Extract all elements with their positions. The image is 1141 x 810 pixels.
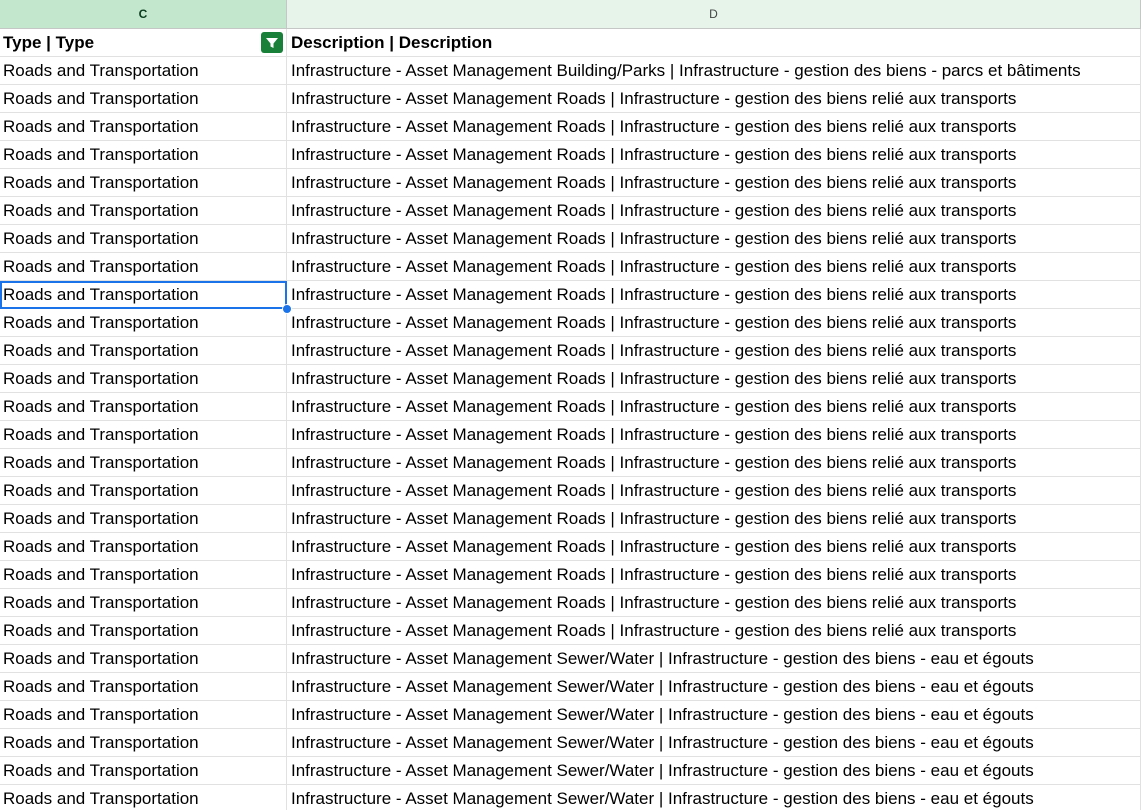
table-row: Roads and Transportation Infrastructure -…	[0, 253, 1141, 281]
cell-type[interactable]: Roads and Transportation	[0, 169, 287, 197]
data-rows: Roads and Transportation Infrastructure -…	[0, 57, 1141, 810]
column-headers: C D	[0, 0, 1141, 29]
cell-type[interactable]: Roads and Transportation	[0, 701, 287, 729]
table-row: Roads and Transportation Infrastructure -…	[0, 169, 1141, 197]
table-row: Roads and Transportation Infrastructure -…	[0, 757, 1141, 785]
cell-description[interactable]: Infrastructure - Asset Management Buildi…	[287, 57, 1141, 85]
cell-type[interactable]: Roads and Transportation	[0, 757, 287, 785]
cell-description[interactable]: Infrastructure - Asset Management Roads …	[287, 589, 1141, 617]
cell-description[interactable]: Infrastructure - Asset Management Roads …	[287, 309, 1141, 337]
table-row: Roads and Transportation Infrastructure -…	[0, 561, 1141, 589]
table-row: Roads and Transportation Infrastructure -…	[0, 225, 1141, 253]
filter-icon[interactable]	[261, 32, 283, 53]
table-row: Roads and Transportation Infrastructure -…	[0, 113, 1141, 141]
fill-handle[interactable]	[282, 304, 292, 314]
cell-type[interactable]: Roads and Transportation	[0, 197, 287, 225]
cell-description[interactable]: Infrastructure - Asset Management Roads …	[287, 505, 1141, 533]
table-row: Roads and Transportation Infrastructure -…	[0, 701, 1141, 729]
cell-type[interactable]: Roads and Transportation	[0, 589, 287, 617]
cell-description[interactable]: Infrastructure - Asset Management Roads …	[287, 449, 1141, 477]
table-row: Roads and Transportation Infrastructure -…	[0, 533, 1141, 561]
table-row: Roads and Transportation Infrastructure -…	[0, 309, 1141, 337]
table-row: Roads and Transportation Infrastructure -…	[0, 393, 1141, 421]
cell-type[interactable]: Roads and Transportation	[0, 281, 287, 309]
cell-description[interactable]: Infrastructure - Asset Management Roads …	[287, 477, 1141, 505]
cell-type[interactable]: Roads and Transportation	[0, 785, 287, 810]
cell-type[interactable]: Roads and Transportation	[0, 85, 287, 113]
header-cell-description[interactable]: Description | Description	[287, 29, 1141, 57]
cell-description[interactable]: Infrastructure - Asset Management Roads …	[287, 617, 1141, 645]
cell-type[interactable]: Roads and Transportation	[0, 645, 287, 673]
table-row: Roads and Transportation Infrastructure -…	[0, 785, 1141, 810]
cell-description[interactable]: Infrastructure - Asset Management Roads …	[287, 561, 1141, 589]
table-row: Roads and Transportation Infrastructure -…	[0, 645, 1141, 673]
cell-type[interactable]: Roads and Transportation	[0, 365, 287, 393]
cell-description[interactable]: Infrastructure - Asset Management Roads …	[287, 169, 1141, 197]
table-row: Roads and Transportation Infrastructure -…	[0, 197, 1141, 225]
cell-description[interactable]: Infrastructure - Asset Management Roads …	[287, 393, 1141, 421]
cell-type[interactable]: Roads and Transportation	[0, 225, 287, 253]
cell-type[interactable]: Roads and Transportation	[0, 253, 287, 281]
header-type-label: Type | Type	[3, 33, 95, 52]
table-row: Roads and Transportation Infrastructure -…	[0, 617, 1141, 645]
cell-description[interactable]: Infrastructure - Asset Management Sewer/…	[287, 673, 1141, 701]
cell-type[interactable]: Roads and Transportation	[0, 617, 287, 645]
cell-type[interactable]: Roads and Transportation	[0, 393, 287, 421]
cell-type[interactable]: Roads and Transportation	[0, 449, 287, 477]
table-row: Roads and Transportation Infrastructure -…	[0, 337, 1141, 365]
cell-type[interactable]: Roads and Transportation	[0, 505, 287, 533]
table-row: Roads and Transportation Infrastructure -…	[0, 141, 1141, 169]
table-row: Roads and Transportation Infrastructure -…	[0, 281, 1141, 309]
cell-type[interactable]: Roads and Transportation	[0, 561, 287, 589]
cell-description[interactable]: Infrastructure - Asset Management Roads …	[287, 113, 1141, 141]
cell-type[interactable]: Roads and Transportation	[0, 337, 287, 365]
cell-description[interactable]: Infrastructure - Asset Management Roads …	[287, 533, 1141, 561]
table-row: Roads and Transportation Infrastructure -…	[0, 85, 1141, 113]
cell-description[interactable]: Infrastructure - Asset Management Roads …	[287, 197, 1141, 225]
header-cell-type[interactable]: Type | Type	[0, 29, 287, 57]
cell-description[interactable]: Infrastructure - Asset Management Sewer/…	[287, 785, 1141, 810]
cell-description[interactable]: Infrastructure - Asset Management Sewer/…	[287, 701, 1141, 729]
table-row: Roads and Transportation Infrastructure -…	[0, 365, 1141, 393]
table-row: Roads and Transportation Infrastructure -…	[0, 449, 1141, 477]
cell-description[interactable]: Infrastructure - Asset Management Roads …	[287, 281, 1141, 309]
table-row: Roads and Transportation Infrastructure -…	[0, 673, 1141, 701]
cell-description[interactable]: Infrastructure - Asset Management Sewer/…	[287, 729, 1141, 757]
cell-type[interactable]: Roads and Transportation	[0, 729, 287, 757]
column-header-d[interactable]: D	[287, 0, 1141, 28]
cell-type[interactable]: Roads and Transportation	[0, 309, 287, 337]
table-row: Roads and Transportation Infrastructure -…	[0, 57, 1141, 85]
cell-type[interactable]: Roads and Transportation	[0, 113, 287, 141]
spreadsheet-grid: C D Type | Type Description | Descriptio…	[0, 0, 1141, 810]
cell-type[interactable]: Roads and Transportation	[0, 421, 287, 449]
cell-description[interactable]: Infrastructure - Asset Management Roads …	[287, 253, 1141, 281]
cell-description[interactable]: Infrastructure - Asset Management Sewer/…	[287, 757, 1141, 785]
table-row: Roads and Transportation Infrastructure -…	[0, 589, 1141, 617]
table-row: Roads and Transportation Infrastructure -…	[0, 729, 1141, 757]
table-row: Roads and Transportation Infrastructure -…	[0, 421, 1141, 449]
cell-description[interactable]: Infrastructure - Asset Management Sewer/…	[287, 645, 1141, 673]
cell-description[interactable]: Infrastructure - Asset Management Roads …	[287, 421, 1141, 449]
cell-description[interactable]: Infrastructure - Asset Management Roads …	[287, 85, 1141, 113]
header-description-label: Description | Description	[291, 33, 493, 52]
cell-description[interactable]: Infrastructure - Asset Management Roads …	[287, 141, 1141, 169]
table-row: Roads and Transportation Infrastructure -…	[0, 477, 1141, 505]
cell-description[interactable]: Infrastructure - Asset Management Roads …	[287, 225, 1141, 253]
column-header-c[interactable]: C	[0, 0, 287, 28]
cell-type[interactable]: Roads and Transportation	[0, 141, 287, 169]
table-row: Roads and Transportation Infrastructure -…	[0, 505, 1141, 533]
cell-type[interactable]: Roads and Transportation	[0, 533, 287, 561]
cell-type[interactable]: Roads and Transportation	[0, 673, 287, 701]
cell-description[interactable]: Infrastructure - Asset Management Roads …	[287, 365, 1141, 393]
cell-type[interactable]: Roads and Transportation	[0, 477, 287, 505]
cell-description[interactable]: Infrastructure - Asset Management Roads …	[287, 337, 1141, 365]
cell-type[interactable]: Roads and Transportation	[0, 57, 287, 85]
header-row: Type | Type Description | Description	[0, 29, 1141, 57]
